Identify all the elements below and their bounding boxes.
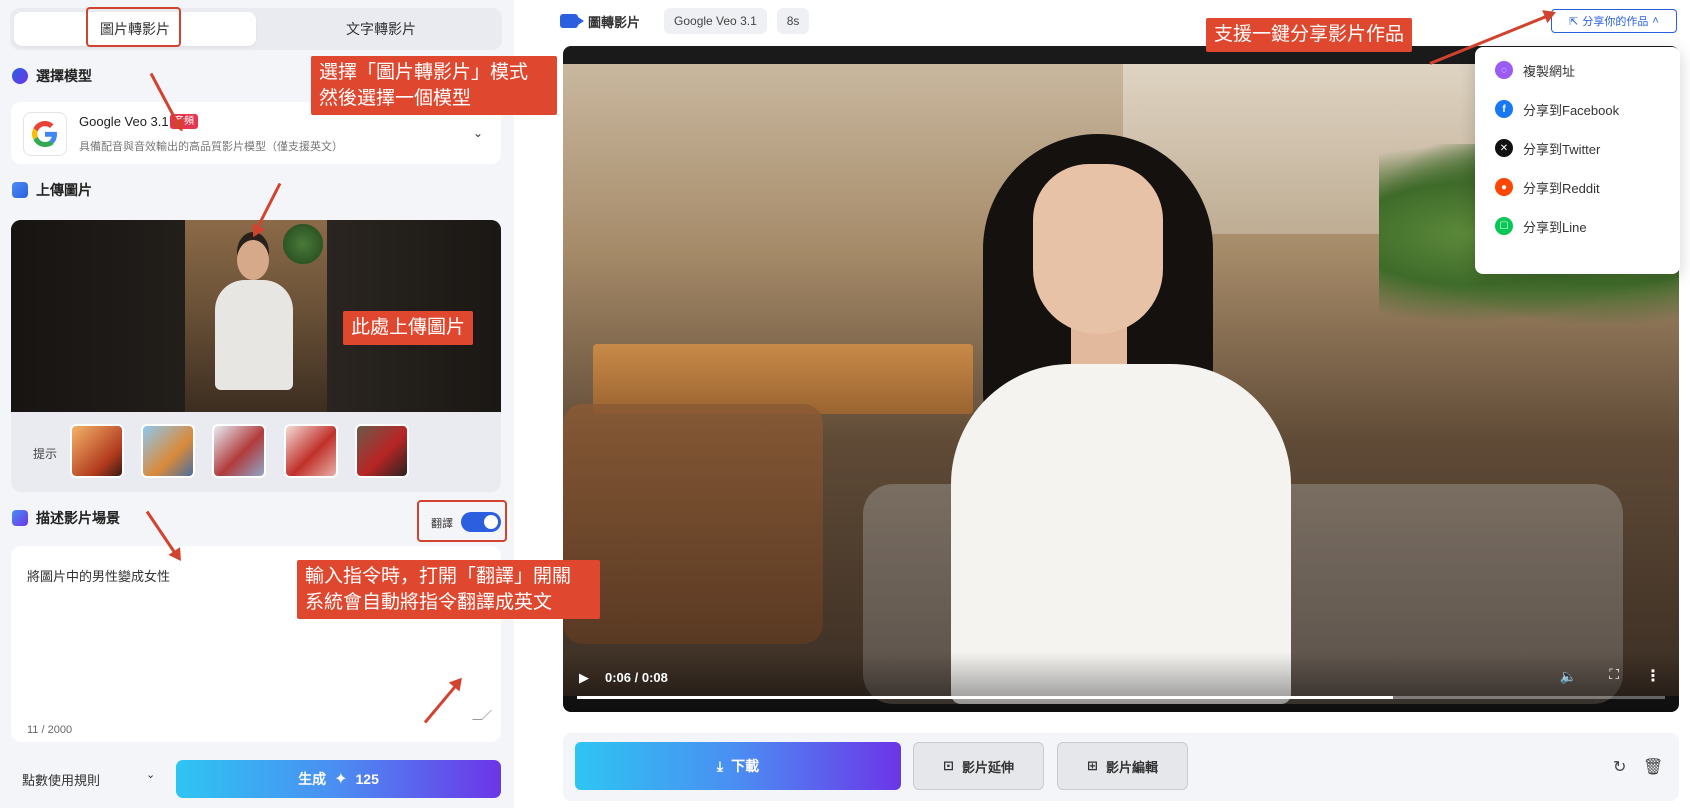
annotation-outline-tab (86, 7, 181, 47)
example-thumb[interactable] (284, 424, 338, 478)
generate-button[interactable]: 生成 ✦ 125 (176, 760, 501, 798)
chevron-up-icon: ˄ (1652, 15, 1659, 27)
app-root: 圖片轉影片 文字轉影片 選擇模型 Google Veo 3.1 音頻 具備配音與… (0, 0, 1690, 808)
prompt-section-header: 描述影片場景 (12, 508, 120, 528)
translate-toggle-wrap: 翻譯 (417, 500, 507, 542)
share-facebook[interactable]: f 分享到Facebook (1495, 97, 1619, 121)
edit-video-icon: ⊞ (1087, 758, 1098, 773)
line-icon: ☐ (1495, 217, 1513, 235)
annotation-share-tip: 支援一鍵分享影片作品 (1206, 18, 1413, 52)
google-logo-icon (23, 112, 67, 156)
example-tips: 提示 (11, 412, 501, 492)
download-icon: ⤓ (716, 757, 724, 774)
photo-plant (283, 224, 323, 264)
points-rules-link[interactable]: 點數使用規則 (22, 770, 100, 789)
example-thumb[interactable] (141, 424, 195, 478)
tips-label: 提示 (33, 447, 58, 461)
example-thumb[interactable] (70, 424, 124, 478)
model-pill: Google Veo 3.1 (664, 8, 767, 34)
prompt-section-title: 描述影片場景 (36, 510, 120, 526)
example-thumb[interactable] (355, 424, 409, 478)
preview-blur-left (11, 220, 185, 412)
share-item-label: 複製網址 (1523, 63, 1576, 79)
photo-shirt (215, 280, 293, 390)
tab-text-to-video[interactable]: 文字轉影片 (260, 12, 502, 46)
translate-label: 翻譯 (431, 518, 453, 530)
model-section-title: 選擇模型 (36, 68, 92, 84)
video-time: 0:06 / 0:08 (605, 670, 668, 685)
share-button-label: 分享你的作品 (1582, 16, 1649, 28)
char-counter: 11 / 2000 (27, 724, 73, 736)
edit-label: 影片編輯 (1105, 759, 1158, 775)
fullscreen-icon[interactable]: ⛶ (1609, 666, 1619, 683)
trash-icon[interactable]: 🗑 (1643, 757, 1663, 777)
model-description: 具備配音與音效輸出的高品質影片模型（僅支援英文） (79, 141, 343, 153)
panel-divider (514, 0, 532, 808)
mode-tabs: 圖片轉影片 文字轉影片 (10, 8, 502, 50)
upload-section-title: 上傳圖片 (36, 182, 92, 198)
video-extend-button[interactable]: ⊡ 影片延伸 (913, 742, 1044, 790)
download-label: 下載 (731, 758, 760, 774)
share-button[interactable]: ⇱ 分享你的作品 ˄ (1551, 9, 1677, 33)
annotation-mode-tip: 選擇「圖片轉影片」模式 然後選擇一個模型 (311, 56, 557, 116)
share-item-label: 分享到Twitter (1523, 141, 1601, 157)
refresh-icon[interactable]: ↻ (1613, 757, 1626, 777)
scene-chair (563, 404, 823, 644)
share-reddit[interactable]: ● 分享到Reddit (1495, 175, 1600, 199)
extend-label: 影片延伸 (961, 759, 1014, 775)
image-icon (12, 182, 28, 198)
chevron-down-icon[interactable]: ⌄ (473, 126, 483, 140)
share-item-label: 分享到Reddit (1523, 180, 1600, 196)
extend-icon: ⊡ (943, 758, 954, 773)
example-thumb[interactable] (212, 424, 266, 478)
link-icon: ◌ (1495, 61, 1513, 79)
share-item-label: 分享到Facebook (1523, 102, 1620, 118)
play-icon[interactable]: ▶ (579, 670, 589, 686)
share-copy-url[interactable]: ◌ 複製網址 (1495, 58, 1575, 82)
uploaded-image (185, 220, 327, 412)
share-menu: ◌ 複製網址 f 分享到Facebook ✕ 分享到Twitter ● 分享到R… (1475, 47, 1680, 274)
download-button[interactable]: ⤓ 下載 (575, 742, 901, 790)
share-out-icon: ⇱ (1569, 15, 1579, 28)
photo-head (237, 240, 269, 280)
translate-toggle[interactable] (461, 512, 501, 532)
model-section-header: 選擇模型 (12, 66, 92, 86)
x-twitter-icon: ✕ (1495, 139, 1513, 157)
share-line[interactable]: ☐ 分享到Line (1495, 214, 1587, 238)
video-progress[interactable] (577, 696, 1665, 699)
video-action-bar: ⤓ 下載 ⊡ 影片延伸 ⊞ 影片編輯 ↻ 🗑 (563, 733, 1679, 801)
resize-handle[interactable] (472, 710, 492, 720)
duration-pill: 8s (776, 8, 810, 34)
sparkle-icon: ✦ (334, 771, 348, 788)
generate-label: 生成 (298, 771, 327, 787)
video-controls: ▶ 0:06 / 0:08 🔈 ⛶ ⋮ (563, 652, 1679, 712)
annotation-upload-tip: 此處上傳圖片 (343, 311, 474, 345)
model-name: Google Veo 3.1 (79, 114, 169, 129)
share-item-label: 分享到Line (1523, 219, 1587, 235)
prompt-value: 將圖片中的男性變成女性 (27, 569, 171, 584)
annotation-translate-tip: 輸入指令時，打開「翻譯」開關 系統會自動將指令翻譯成英文 (297, 560, 600, 620)
video-progress-fill (577, 696, 1393, 699)
more-options-icon[interactable]: ⋮ (1645, 666, 1661, 686)
chevron-down-icon[interactable]: ⌄ (146, 768, 155, 781)
volume-icon[interactable]: 🔈 (1560, 668, 1577, 685)
video-edit-button[interactable]: ⊞ 影片編輯 (1057, 742, 1188, 790)
edit-icon (12, 510, 28, 526)
mode-title: 圖轉影片 (588, 14, 641, 30)
video-info-bar: 圖轉影片 Google Veo 3.1 8s (560, 6, 810, 36)
share-twitter[interactable]: ✕ 分享到Twitter (1495, 136, 1600, 160)
facebook-icon: f (1495, 100, 1513, 118)
reddit-icon: ● (1495, 178, 1513, 196)
scene-face (1033, 164, 1163, 334)
left-panel: 圖片轉影片 文字轉影片 選擇模型 Google Veo 3.1 音頻 具備配音與… (0, 0, 514, 808)
video-camera-icon (560, 14, 584, 28)
generate-cost: 125 (355, 771, 379, 787)
model-icon (12, 68, 28, 84)
upload-section-header: 上傳圖片 (12, 180, 92, 200)
